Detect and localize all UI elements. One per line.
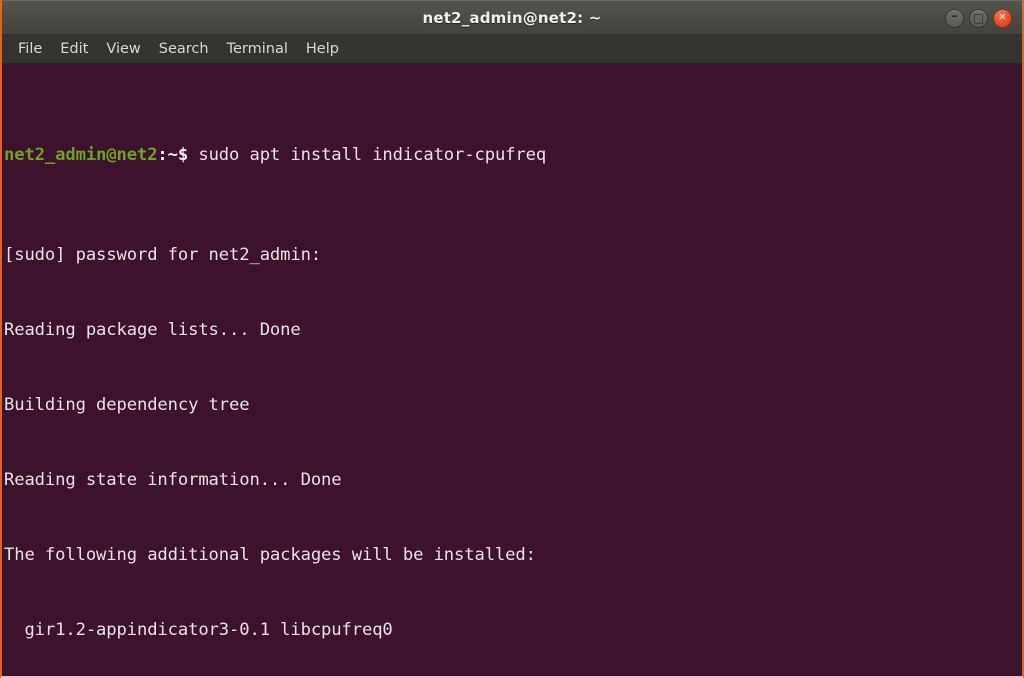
terminal-line: Reading state information... Done <box>4 470 342 490</box>
prompt-path: :~$ <box>157 145 189 165</box>
menu-item-help[interactable]: Help <box>297 38 348 60</box>
minimize-button[interactable]: – <box>945 8 964 28</box>
window-title: net2_admin@net2: ~ <box>422 8 602 27</box>
menu-item-search[interactable]: Search <box>150 38 218 60</box>
terminal-line: gir1.2-appindicator3-0.1 libcpufreq0 <box>4 620 393 640</box>
terminal-line: Building dependency tree <box>4 395 250 415</box>
terminal-prompt-line: net2_admin@net2:~$ sudo apt install indi… <box>4 143 1022 168</box>
terminal-line: [sudo] password for net2_admin: <box>4 245 322 265</box>
menu-item-view[interactable]: View <box>97 38 149 60</box>
close-button[interactable]: ✕ <box>993 8 1012 28</box>
terminal-line: The following additional packages will b… <box>4 545 536 565</box>
window-controls: – □ ✕ <box>945 1 1012 35</box>
terminal-window: net2_admin@net2: ~ – □ ✕ File Edit View … <box>0 0 1024 678</box>
title-bar[interactable]: net2_admin@net2: ~ – □ ✕ <box>2 0 1022 34</box>
prompt-user-host: net2_admin@net2 <box>4 145 158 165</box>
menu-item-file[interactable]: File <box>9 38 51 60</box>
maximize-icon: □ <box>972 11 985 25</box>
maximize-button[interactable]: □ <box>969 8 988 28</box>
terminal-output-area[interactable]: net2_admin@net2:~$ sudo apt install indi… <box>2 64 1022 676</box>
prompt-command: sudo apt install indicator-cpufreq <box>188 145 547 165</box>
terminal-lines: net2_admin@net2:~$ sudo apt install indi… <box>4 68 1022 676</box>
menu-item-terminal[interactable]: Terminal <box>218 38 297 60</box>
menu-bar: File Edit View Search Terminal Help <box>2 34 1022 64</box>
terminal-line: Reading package lists... Done <box>4 320 301 340</box>
minimize-icon: – <box>951 9 958 24</box>
close-icon: ✕ <box>998 12 1007 23</box>
menu-item-edit[interactable]: Edit <box>51 38 97 60</box>
